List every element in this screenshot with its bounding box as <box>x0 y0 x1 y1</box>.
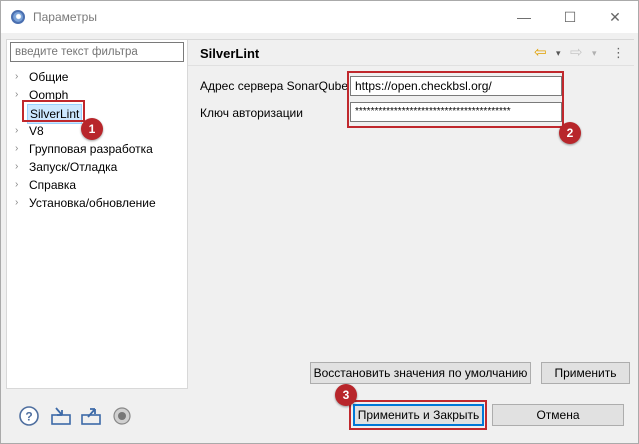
svg-text:?: ? <box>25 410 32 424</box>
tree-item-label: Запуск/Отладка <box>29 160 118 174</box>
page-title: SilverLint <box>200 46 260 61</box>
server-url-label: Адрес сервера SonarQube <box>200 79 349 93</box>
back-arrow-icon[interactable]: ⇦ <box>534 43 547 63</box>
chevron-right-icon[interactable]: › <box>15 194 27 212</box>
page-header: SilverLint ⇦ ▾ ⇨ ▾ ⋮ <box>188 40 634 66</box>
tree-item-label: Справка <box>29 178 77 192</box>
chevron-right-icon[interactable]: › <box>15 176 27 194</box>
tree-item-label: Установка/обновление <box>29 196 156 210</box>
minimize-button[interactable]: — <box>501 1 547 33</box>
back-history-dropdown-icon[interactable]: ▾ <box>556 43 561 63</box>
tree-item-install-update[interactable]: › Установка/обновление <box>15 194 158 212</box>
auth-token-label: Ключ авторизации <box>200 106 303 120</box>
tree-item-v8[interactable]: › V8 <box>15 122 46 140</box>
import-icon[interactable] <box>50 405 72 427</box>
view-menu-icon[interactable]: ⋮ <box>612 43 625 63</box>
cancel-button[interactable]: Отмена <box>492 404 624 426</box>
annotation-highlight-apply-close <box>349 400 487 430</box>
chevron-right-icon[interactable]: › <box>15 122 27 140</box>
export-icon[interactable] <box>80 405 102 427</box>
chevron-right-icon[interactable]: › <box>15 140 27 158</box>
close-button[interactable]: ✕ <box>592 1 638 33</box>
window-title: Параметры <box>33 10 97 24</box>
forward-history-dropdown-icon[interactable]: ▾ <box>592 43 597 63</box>
chevron-right-icon[interactable]: › <box>15 68 27 86</box>
filter-input[interactable] <box>10 42 184 62</box>
tree-item-label: Групповая разработка <box>29 142 153 156</box>
forward-arrow-icon[interactable]: ⇨ <box>570 43 583 63</box>
tree-item-general[interactable]: › Общие <box>15 68 70 86</box>
apply-button[interactable]: Применить <box>541 362 630 384</box>
eclipse-app-icon <box>11 10 25 24</box>
tree-item-label: V8 <box>29 124 44 138</box>
restore-defaults-button[interactable]: Восстановить значения по умолчанию <box>310 362 531 384</box>
maximize-button[interactable]: ☐ <box>547 1 593 33</box>
annotation-highlight-fields <box>347 71 564 128</box>
record-icon[interactable] <box>111 405 133 427</box>
annotation-badge-2: 2 <box>559 122 581 144</box>
tree-item-label: Общие <box>29 70 69 84</box>
tree-item-run-debug[interactable]: › Запуск/Отладка <box>15 158 119 176</box>
annotation-badge-3: 3 <box>335 384 357 406</box>
tree-item-help[interactable]: › Справка <box>15 176 78 194</box>
annotation-badge-1: 1 <box>81 118 103 140</box>
preferences-window: Параметры — ☐ ✕ ›Общие ›Oomph SilverLint… <box>0 0 639 444</box>
title-bar: Параметры — ☐ ✕ <box>1 1 638 33</box>
preferences-tree-pane: ›Общие ›Oomph SilverLint ›V8 ›Групповая … <box>6 39 188 389</box>
tree-item-team-development[interactable]: › Групповая разработка <box>15 140 155 158</box>
help-icon[interactable]: ? <box>18 405 40 427</box>
chevron-right-icon[interactable]: › <box>15 158 27 176</box>
annotation-highlight-silverlint <box>22 100 85 122</box>
